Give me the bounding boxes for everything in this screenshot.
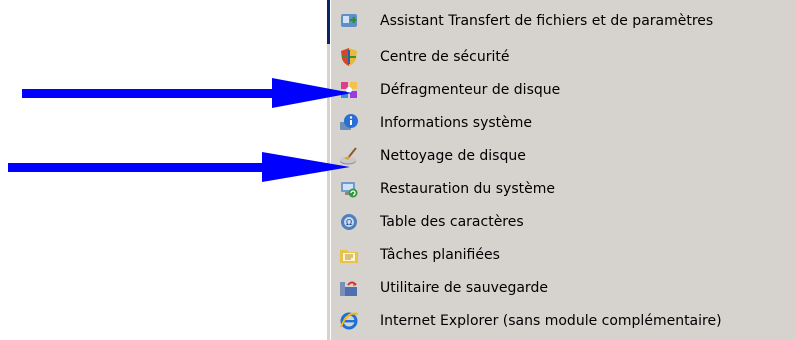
character-map-icon: Ω — [338, 211, 360, 233]
menu-item-label: Défragmenteur de disque — [380, 82, 561, 98]
menu-item-label: Table des caractères — [380, 214, 524, 230]
annotation-arrow-disk-cleanup — [8, 152, 350, 182]
menu-item-backup-utility[interactable]: Utilitaire de sauvegarde — [338, 274, 788, 302]
menu-item-security-center[interactable]: Centre de sécurité — [338, 43, 788, 71]
annotation-arrow-defragmenter — [22, 78, 352, 108]
menu-item-label: Assistant Transfert de fichiers et de pa… — [380, 13, 714, 29]
internet-explorer-icon — [338, 310, 360, 332]
transfer-wizard-icon — [338, 10, 360, 32]
system-info-icon — [338, 112, 360, 134]
security-shield-icon — [338, 46, 360, 68]
menu-item-disk-defragmenter[interactable]: Défragmenteur de disque — [338, 76, 788, 104]
menu-item-label: Nettoyage de disque — [380, 148, 526, 164]
backup-utility-icon — [338, 277, 360, 299]
menu-item-internet-explorer[interactable]: Internet Explorer (sans module complémen… — [338, 307, 788, 335]
menu-item-label: Informations système — [380, 115, 533, 131]
menu-item-label: Restauration du système — [380, 181, 555, 197]
menu-item-transfer-wizard[interactable]: Assistant Transfert de fichiers et de pa… — [338, 7, 788, 35]
menu-item-label: Utilitaire de sauvegarde — [380, 280, 548, 296]
scheduled-tasks-icon — [338, 244, 360, 266]
menu-item-scheduled-tasks[interactable]: Tâches planifiées — [338, 241, 788, 269]
menu-item-system-information[interactable]: Informations système — [338, 109, 788, 137]
svg-text:Ω: Ω — [346, 218, 352, 227]
menu-item-character-map[interactable]: Ω Table des caractères — [338, 208, 788, 236]
menu-item-label: Tâches planifiées — [380, 247, 500, 263]
menu-item-label: Centre de sécurité — [380, 49, 510, 65]
menu-item-system-restore[interactable]: Restauration du système — [338, 175, 788, 203]
menu-item-label: Internet Explorer (sans module complémen… — [380, 313, 722, 329]
menu-item-disk-cleanup[interactable]: Nettoyage de disque — [338, 142, 788, 170]
